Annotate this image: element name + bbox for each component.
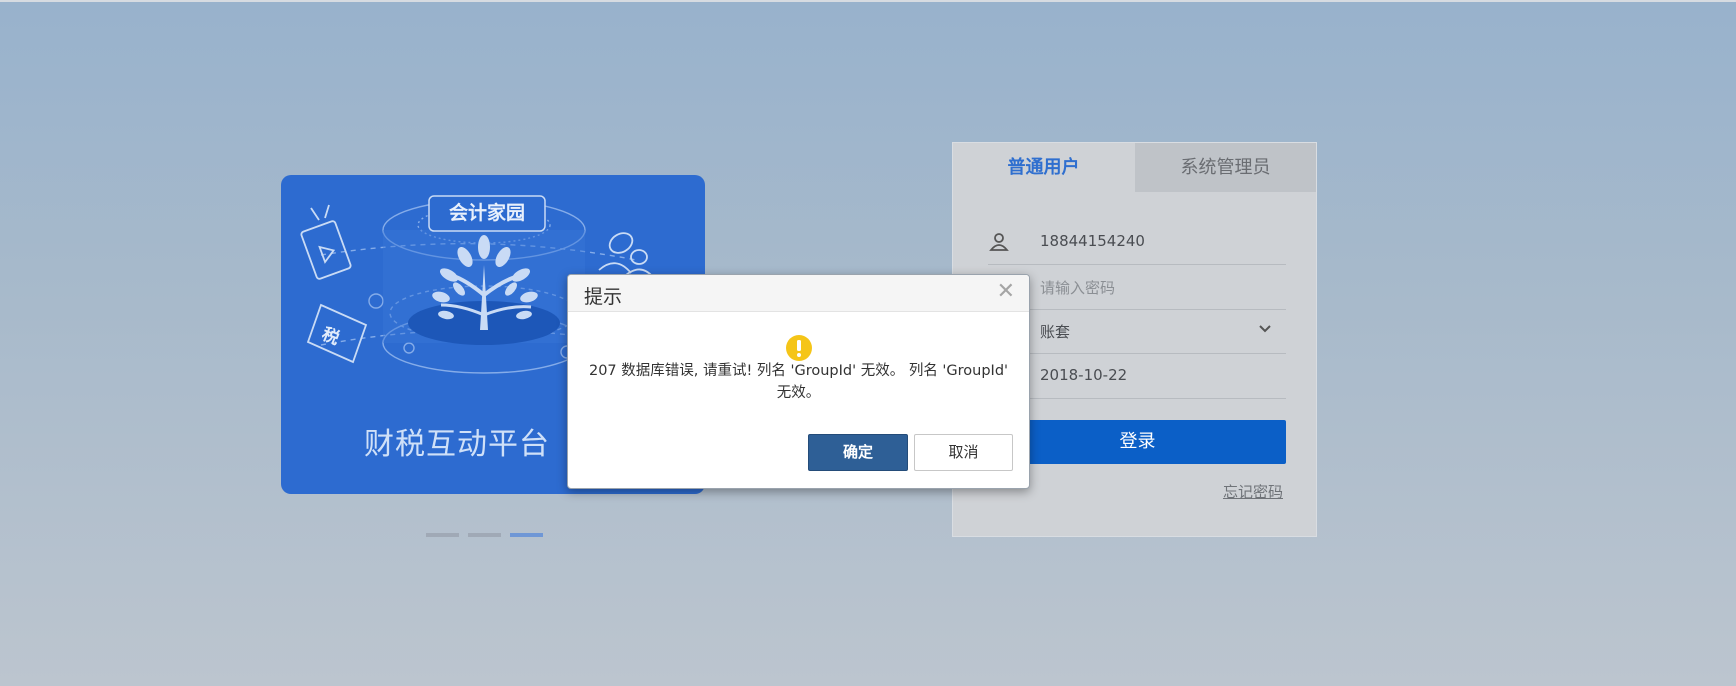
carousel-indicators — [426, 533, 546, 539]
carousel-dot-1[interactable] — [426, 533, 459, 537]
cancel-button[interactable]: 取消 — [914, 434, 1013, 471]
chevron-down-icon — [1259, 325, 1271, 333]
top-border — [0, 0, 1736, 2]
date-field[interactable]: 2018-10-22 — [988, 354, 1286, 399]
date-value: 2018-10-22 — [1040, 366, 1128, 384]
warning-icon — [786, 335, 812, 361]
dialog-title: 提示 — [584, 286, 623, 308]
username-value: 18844154240 — [1040, 232, 1145, 250]
close-icon[interactable]: ✕ — [997, 281, 1015, 303]
alert-dialog: 提示 ✕ 207 数据库错误, 请重试! 列名 'GroupId' 无效。 列名… — [567, 274, 1030, 489]
carousel-dot-3[interactable] — [510, 533, 543, 537]
banner-badge: 会计家园 — [448, 202, 525, 224]
carousel-dot-2[interactable] — [468, 533, 501, 537]
login-button[interactable]: 登录 — [989, 420, 1286, 464]
password-placeholder: 请输入密码 — [1040, 279, 1116, 297]
dialog-header: 提示 ✕ — [568, 275, 1029, 312]
login-tabs: 普通用户 系统管理员 — [953, 143, 1316, 192]
dialog-message: 207 数据库错误, 请重试! 列名 'GroupId' 无效。 列名 'Gro… — [588, 363, 1009, 401]
ok-button[interactable]: 确定 — [808, 434, 908, 471]
account-set-select[interactable]: 账套 — [988, 309, 1286, 354]
user-icon — [989, 233, 1009, 251]
tab-system-admin[interactable]: 系统管理员 — [1135, 143, 1316, 192]
tab-normal-user[interactable]: 普通用户 — [953, 143, 1134, 192]
forgot-password-link[interactable]: 忘记密码 — [1223, 481, 1283, 502]
account-set-value: 账套 — [1040, 323, 1071, 341]
username-field[interactable]: 18844154240 — [988, 220, 1286, 265]
password-field[interactable]: 请输入密码 — [988, 265, 1286, 310]
